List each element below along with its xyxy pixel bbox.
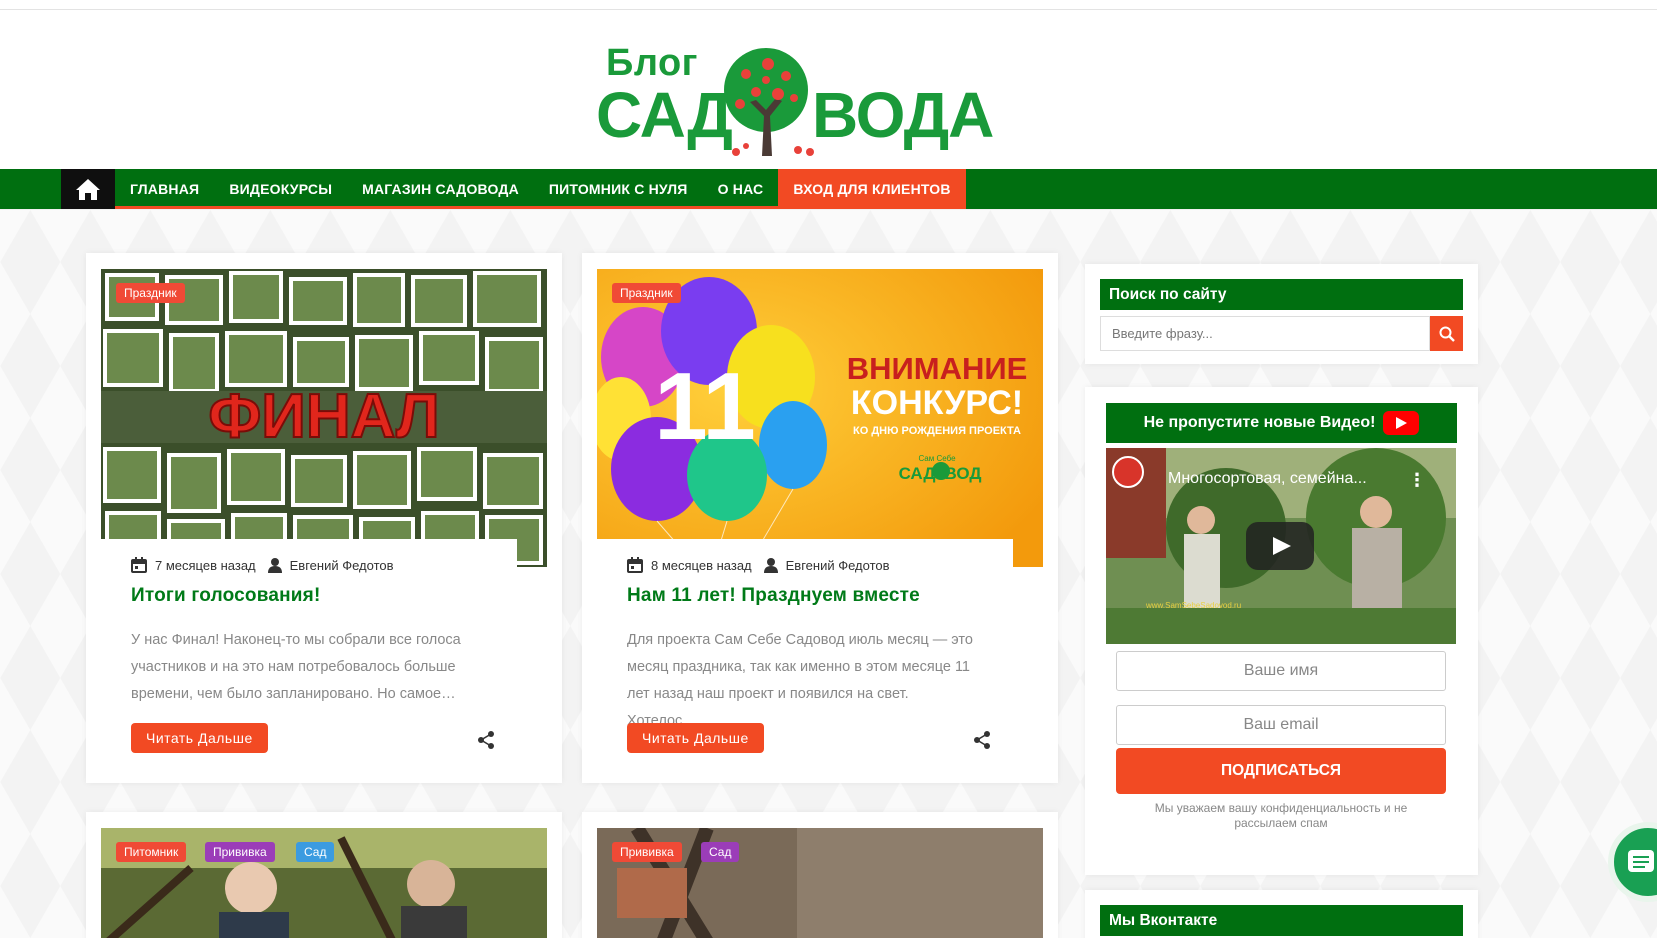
calendar-icon bbox=[131, 557, 147, 573]
post-body: 7 месяцев назад Евгений Федотов Итоги го… bbox=[101, 539, 517, 769]
video-watermark: www.SamSebeSadovod.ru bbox=[1145, 601, 1241, 610]
email-field[interactable]: Ваш email bbox=[1116, 705, 1446, 745]
post-image[interactable]: 11 ВНИМАНИЕ КОНКУРС! КО ДНЮ РОЖДЕНИЯ ПРО… bbox=[597, 269, 1043, 567]
play-button[interactable] bbox=[1246, 522, 1314, 570]
read-more-button[interactable]: Читать Дальше bbox=[131, 723, 268, 753]
search-button[interactable] bbox=[1430, 316, 1463, 351]
nav-item-home[interactable]: ГЛАВНАЯ bbox=[115, 169, 214, 209]
contest-banner-image: 11 ВНИМАНИЕ КОНКУРС! КО ДНЮ РОЖДЕНИЯ ПРО… bbox=[597, 269, 1043, 567]
banner-brand-left: САД bbox=[899, 464, 936, 483]
banner-number: 11 bbox=[654, 353, 755, 460]
category-tag[interactable]: Сад bbox=[296, 842, 335, 862]
nav-underline bbox=[115, 206, 937, 209]
category-tag[interactable]: Сад bbox=[701, 842, 740, 862]
subscribe-widget: Не пропустите новые Видео! www.SamSebeSa… bbox=[1085, 387, 1478, 875]
post-meta: 8 месяцев назад Евгений Федотов bbox=[627, 557, 890, 573]
vk-widget-title: Мы Вконтакте bbox=[1100, 905, 1463, 936]
post-meta: 7 месяцев назад Евгений Федотов bbox=[131, 557, 394, 573]
name-field[interactable]: Ваше имя bbox=[1116, 651, 1446, 691]
home-button[interactable] bbox=[61, 169, 115, 209]
banner-brand-right: ВОД bbox=[945, 464, 982, 483]
nav-item-about[interactable]: О НАС bbox=[703, 169, 779, 209]
post-excerpt: Для проекта Сам Себе Садовод июль месяц … bbox=[627, 632, 973, 729]
banner-line1: ВНИМАНИЕ bbox=[847, 351, 1028, 386]
category-tag[interactable]: Праздник bbox=[116, 283, 185, 303]
search-input[interactable]: Введите фразу... bbox=[1100, 316, 1430, 351]
share-icon[interactable] bbox=[477, 731, 495, 749]
search-widget-title: Поиск по сайту bbox=[1100, 279, 1463, 310]
nav-item-shop[interactable]: МАГАЗИН САДОВОДА bbox=[347, 169, 534, 209]
post-author[interactable]: Евгений Федотов bbox=[786, 558, 890, 573]
search-icon bbox=[1439, 326, 1455, 342]
post-image[interactable]: ФИНАЛ Праздник bbox=[101, 269, 547, 567]
read-more-button[interactable]: Читать Дальше bbox=[627, 723, 764, 753]
video-title[interactable]: Многосортовая, семейна... bbox=[1168, 470, 1367, 488]
image-overlay-text: ФИНАЛ bbox=[208, 382, 439, 451]
banner-line3: КО ДНЮ РОЖДЕНИЯ ПРОЕКТА bbox=[853, 425, 1021, 437]
category-tag[interactable]: Питомник bbox=[116, 842, 187, 862]
category-tag[interactable]: Прививка bbox=[612, 842, 682, 862]
post-author[interactable]: Евгений Федотов bbox=[290, 558, 394, 573]
nav-item-videocourses[interactable]: ВИДЕОКУРСЫ bbox=[214, 169, 347, 209]
post-body: 8 месяцев назад Евгений Федотов Нам 11 л… bbox=[597, 539, 1013, 769]
photo-collage-image: ФИНАЛ bbox=[101, 269, 547, 567]
chat-icon bbox=[1628, 850, 1654, 872]
subscribe-widget-title: Не пропустите новые Видео! bbox=[1106, 403, 1457, 443]
post-excerpt: У нас Финал! Наконец-то мы собрали все г… bbox=[131, 632, 461, 702]
home-icon bbox=[76, 179, 100, 200]
post-image[interactable]: Прививка Сад bbox=[597, 828, 1043, 938]
video-embed[interactable]: www.SamSebeSadovod.ru Многосортовая, сем… bbox=[1106, 448, 1456, 644]
nav-item-client-login[interactable]: ВХОД ДЛЯ КЛИЕНТОВ bbox=[778, 169, 966, 209]
post-card: ФИНАЛ Праздник 7 месяцев назад Евгений Ф… bbox=[86, 253, 562, 783]
site-logo[interactable]: Блог САД ВОДА bbox=[596, 40, 994, 156]
user-icon bbox=[267, 557, 282, 573]
post-title[interactable]: Нам 11 лет! Празднуем вместе bbox=[627, 585, 920, 607]
post-card: 11 ВНИМАНИЕ КОНКУРС! КО ДНЮ РОЖДЕНИЯ ПРО… bbox=[582, 253, 1058, 783]
vk-widget: Мы Вконтакте bbox=[1085, 890, 1478, 938]
logo-sad-text: САД bbox=[596, 79, 733, 151]
post-card: Питомник Прививка Сад bbox=[86, 812, 562, 938]
youtube-icon bbox=[1383, 411, 1420, 435]
post-date[interactable]: 8 месяцев назад bbox=[651, 558, 752, 573]
post-title[interactable]: Итоги голосования! bbox=[131, 585, 321, 607]
more-options-icon[interactable]: ⋮ bbox=[1408, 470, 1426, 491]
post-date[interactable]: 7 месяцев назад bbox=[155, 558, 256, 573]
banner-brand-top: Сам Себе bbox=[918, 454, 956, 463]
banner-line2: КОНКУРС! bbox=[851, 384, 1023, 422]
post-image[interactable]: Питомник Прививка Сад bbox=[101, 828, 547, 938]
logo-tree-icon bbox=[724, 48, 814, 156]
main-navigation: ГЛАВНАЯ ВИДЕОКУРСЫ МАГАЗИН САДОВОДА ПИТО… bbox=[0, 169, 1657, 209]
search-widget: Поиск по сайту Введите фразу... bbox=[1085, 264, 1478, 364]
site-header: Блог САД ВОДА bbox=[0, 10, 1657, 169]
post-card: Прививка Сад bbox=[582, 812, 1058, 938]
user-icon bbox=[763, 557, 778, 573]
nav-menu: ГЛАВНАЯ ВИДЕОКУРСЫ МАГАЗИН САДОВОДА ПИТО… bbox=[115, 169, 966, 209]
nav-item-nursery[interactable]: ПИТОМНИК С НУЛЯ bbox=[534, 169, 703, 209]
category-tag[interactable]: Праздник bbox=[612, 283, 681, 303]
subscribe-button[interactable]: ПОДПИСАТЬСЯ bbox=[1116, 748, 1446, 794]
category-tag[interactable]: Прививка bbox=[205, 842, 275, 862]
calendar-icon bbox=[627, 557, 643, 573]
logo-voda-text: ВОДА bbox=[812, 79, 994, 151]
privacy-note: Мы уважаем вашу конфиденциальность и не … bbox=[1154, 801, 1408, 830]
top-strip bbox=[0, 0, 1657, 10]
subscribe-title-text: Не пропустите новые Видео! bbox=[1143, 414, 1376, 431]
share-icon[interactable] bbox=[973, 731, 991, 749]
